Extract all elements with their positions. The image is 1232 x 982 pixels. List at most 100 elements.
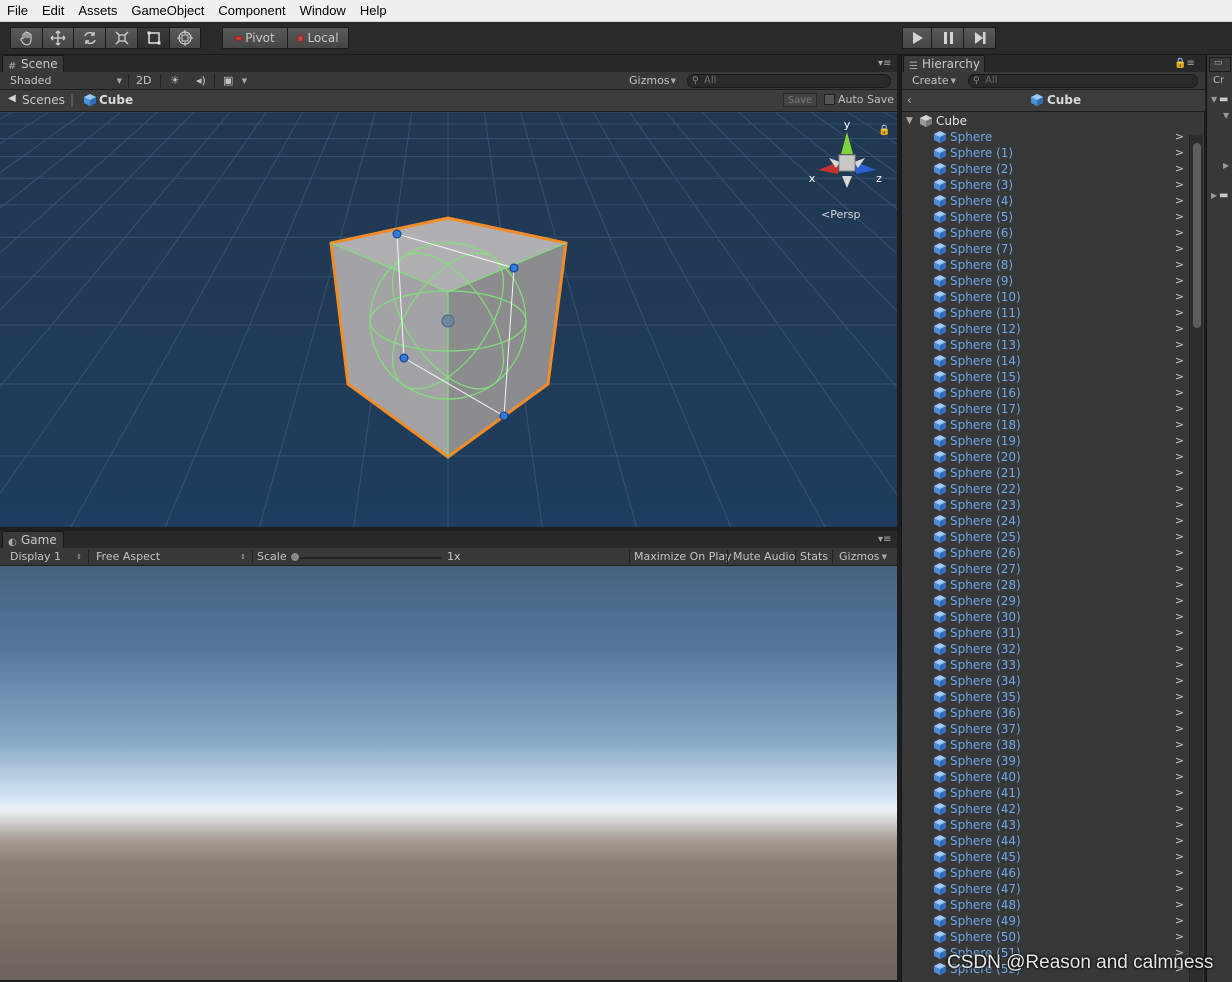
hierarchy-item[interactable]: Sphere (30) > <box>902 609 1188 625</box>
hierarchy-item[interactable]: Sphere (15) > <box>902 369 1188 385</box>
hierarchy-item[interactable]: Sphere (24) > <box>902 513 1188 529</box>
hierarchy-item[interactable]: Sphere (46) > <box>902 865 1188 881</box>
chevron-right-icon[interactable]: > <box>1175 385 1184 401</box>
chevron-right-icon[interactable]: > <box>1175 801 1184 817</box>
lock-icon[interactable]: 🔒 <box>878 124 890 136</box>
chevron-right-icon[interactable]: > <box>1175 145 1184 161</box>
projection-label[interactable]: <Persp <box>821 208 860 221</box>
hierarchy-item[interactable]: Sphere (33) > <box>902 657 1188 673</box>
menu-component[interactable]: Component <box>211 0 292 22</box>
chevron-right-icon[interactable]: > <box>1175 769 1184 785</box>
hierarchy-lock-menu-icon[interactable]: 🔒≡ <box>1174 58 1195 69</box>
menu-window[interactable]: Window <box>293 0 353 22</box>
move-tool-button[interactable] <box>42 27 74 49</box>
chevron-right-icon[interactable]: > <box>1175 609 1184 625</box>
chevron-right-icon[interactable]: > <box>1175 369 1184 385</box>
project-tree-expander-icon[interactable]: ▶ <box>1211 191 1217 200</box>
expand-triangle-icon[interactable]: ▼ <box>906 113 913 129</box>
hierarchy-item[interactable]: Sphere (10) > <box>902 289 1188 305</box>
hierarchy-item[interactable]: Sphere (27) > <box>902 561 1188 577</box>
project-tree-expander-icon[interactable]: ▼ <box>1211 95 1217 104</box>
chevron-right-icon[interactable]: > <box>1175 497 1184 513</box>
chevron-right-icon[interactable]: > <box>1175 913 1184 929</box>
step-button[interactable] <box>963 27 996 49</box>
tab-hierarchy[interactable]: ☰ Hierarchy <box>903 55 985 72</box>
hierarchy-item[interactable]: Sphere (4) > <box>902 193 1188 209</box>
scene-panel-menu-icon[interactable]: ▾≡ <box>878 58 891 69</box>
chevron-right-icon[interactable]: > <box>1175 241 1184 257</box>
breadcrumb-scenes[interactable]: Scenes <box>22 93 65 107</box>
chevron-right-icon[interactable]: > <box>1175 289 1184 305</box>
hierarchy-item[interactable]: Sphere (21) > <box>902 465 1188 481</box>
hierarchy-item[interactable]: Sphere (44) > <box>902 833 1188 849</box>
chevron-right-icon[interactable]: > <box>1175 161 1184 177</box>
hand-tool-button[interactable] <box>10 27 43 49</box>
game-panel-menu-icon[interactable]: ▾≡ <box>878 534 891 545</box>
chevron-right-icon[interactable]: > <box>1175 753 1184 769</box>
chevron-right-icon[interactable]: > <box>1175 433 1184 449</box>
effects-dropdown[interactable]: ▣ ▼ <box>219 74 251 88</box>
scene-search-input[interactable]: ⚲ All <box>687 74 891 88</box>
hierarchy-item[interactable]: Sphere (35) > <box>902 689 1188 705</box>
project-folder-tab[interactable]: ▭ <box>1209 57 1231 72</box>
hierarchy-item[interactable]: Sphere (7) > <box>902 241 1188 257</box>
chevron-right-icon[interactable]: > <box>1175 225 1184 241</box>
hierarchy-root-row[interactable]: ▼ Cube <box>902 113 1188 129</box>
chevron-right-icon[interactable]: > <box>1175 465 1184 481</box>
chevron-right-icon[interactable]: > <box>1175 865 1184 881</box>
hierarchy-item[interactable]: Sphere (38) > <box>902 737 1188 753</box>
hierarchy-scrollbar[interactable] <box>1189 135 1203 982</box>
hierarchy-item[interactable]: Sphere (2) > <box>902 161 1188 177</box>
display-dropdown[interactable]: Display 1 ⇕ <box>6 550 86 564</box>
hierarchy-item[interactable]: Sphere (50) > <box>902 929 1188 945</box>
audio-toggle[interactable]: ◂) <box>192 74 212 88</box>
hierarchy-create-dropdown[interactable]: Create ▼ <box>908 74 960 88</box>
hierarchy-item[interactable]: Sphere (34) > <box>902 673 1188 689</box>
maximize-on-play-toggle[interactable]: Maximize On Play <box>630 550 732 564</box>
chevron-right-icon[interactable]: > <box>1175 545 1184 561</box>
hierarchy-item[interactable]: Sphere (48) > <box>902 897 1188 913</box>
game-gizmos-dropdown[interactable]: Gizmos ▼ <box>835 550 891 564</box>
menu-file[interactable]: File <box>0 0 35 22</box>
chevron-right-icon[interactable]: > <box>1175 849 1184 865</box>
hierarchy-item[interactable]: Sphere (8) > <box>902 257 1188 273</box>
chevron-right-icon[interactable]: > <box>1175 177 1184 193</box>
tab-game[interactable]: ◐ Game <box>2 531 64 548</box>
chevron-right-icon[interactable]: > <box>1175 209 1184 225</box>
hierarchy-item[interactable]: Sphere (1) > <box>902 145 1188 161</box>
chevron-right-icon[interactable]: > <box>1175 481 1184 497</box>
hierarchy-item[interactable]: Sphere (49) > <box>902 913 1188 929</box>
chevron-right-icon[interactable]: > <box>1175 593 1184 609</box>
tab-scene[interactable]: # Scene <box>2 55 64 72</box>
local-toggle[interactable]: Local <box>287 27 349 49</box>
rect-tool-button[interactable] <box>137 27 170 49</box>
chevron-right-icon[interactable]: > <box>1175 881 1184 897</box>
game-viewport[interactable] <box>0 566 897 980</box>
chevron-right-icon[interactable]: > <box>1175 657 1184 673</box>
chevron-right-icon[interactable]: > <box>1175 513 1184 529</box>
hierarchy-item[interactable]: Sphere (43) > <box>902 817 1188 833</box>
hierarchy-scrollbar-thumb[interactable] <box>1193 143 1201 328</box>
lighting-toggle[interactable]: ☀ <box>166 74 186 88</box>
chevron-right-icon[interactable]: > <box>1175 833 1184 849</box>
hierarchy-search-input[interactable]: ⚲ All <box>968 74 1198 88</box>
chevron-right-icon[interactable]: > <box>1175 449 1184 465</box>
rect-handle[interactable] <box>499 411 509 421</box>
chevron-right-icon[interactable]: > <box>1175 257 1184 273</box>
save-button[interactable]: Save <box>783 93 817 107</box>
hierarchy-item[interactable]: Sphere (12) > <box>902 321 1188 337</box>
hierarchy-item[interactable]: Sphere (39) > <box>902 753 1188 769</box>
hierarchy-item[interactable]: Sphere (45) > <box>902 849 1188 865</box>
chevron-right-icon[interactable]: > <box>1175 305 1184 321</box>
chevron-right-icon[interactable]: > <box>1175 705 1184 721</box>
chevron-right-icon[interactable]: > <box>1175 337 1184 353</box>
hierarchy-item[interactable]: Sphere (22) > <box>902 481 1188 497</box>
scale-slider-track[interactable] <box>293 557 441 559</box>
scale-tool-button[interactable] <box>105 27 138 49</box>
hierarchy-item[interactable]: Sphere (36) > <box>902 705 1188 721</box>
scale-slider-thumb[interactable] <box>290 552 300 562</box>
hierarchy-item[interactable]: Sphere (13) > <box>902 337 1188 353</box>
menu-help[interactable]: Help <box>353 0 394 22</box>
stats-toggle[interactable]: Stats <box>796 550 828 564</box>
rect-handle[interactable] <box>509 263 519 273</box>
